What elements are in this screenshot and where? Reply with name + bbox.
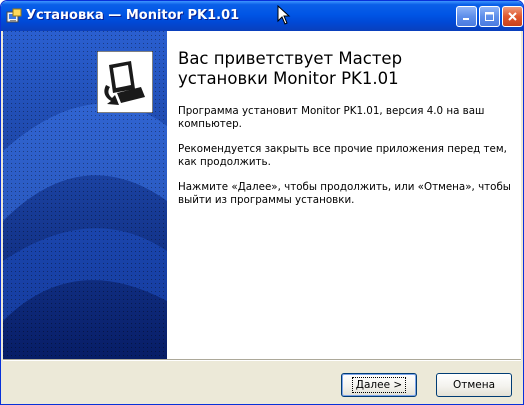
minimize-button[interactable] bbox=[456, 6, 477, 27]
next-button-label-rest: алее > bbox=[364, 379, 403, 391]
close-icon bbox=[508, 12, 517, 21]
next-button-label: Далее > bbox=[351, 377, 407, 393]
next-button[interactable]: Далее > bbox=[341, 373, 417, 397]
wizard-side-banner bbox=[3, 31, 167, 359]
cancel-button-label: Отмена bbox=[452, 379, 496, 391]
install-description: Программа установит Monitor PK1.01, верс… bbox=[178, 105, 485, 130]
welcome-heading-line-1: Вас приветствует Мастер bbox=[178, 49, 403, 68]
welcome-panel: Вас приветствует Мастер установки Monito… bbox=[178, 49, 513, 219]
wizard-content: Вас приветствует Мастер установки Monito… bbox=[3, 31, 521, 359]
minimize-icon bbox=[463, 18, 469, 20]
close-apps-recommendation: Рекомендуется закрыть все прочие приложе… bbox=[178, 143, 507, 168]
close-button[interactable] bbox=[502, 6, 523, 27]
welcome-heading-line-2: установки Monitor PK1.01 bbox=[178, 69, 399, 88]
welcome-heading: Вас приветствует Мастер установки Monito… bbox=[178, 49, 513, 89]
button-bar-divider bbox=[3, 359, 521, 361]
installer-window: Установка — Monitor PK1.01 Вас приветств… bbox=[0, 0, 524, 405]
next-cancel-instructions: Нажмите «Далее», чтобы продолжить, или «… bbox=[178, 181, 511, 206]
mouse-cursor-icon bbox=[277, 5, 291, 25]
window-title: Установка — Monitor PK1.01 bbox=[26, 8, 240, 23]
installer-app-icon bbox=[6, 8, 22, 23]
computer-setup-icon bbox=[97, 51, 153, 113]
maximize-icon bbox=[485, 12, 494, 21]
cancel-button[interactable]: Отмена bbox=[436, 373, 512, 397]
title-bar[interactable]: Установка — Monitor PK1.01 bbox=[1, 1, 523, 31]
maximize-button[interactable] bbox=[479, 6, 500, 27]
next-button-mnemonic: Д bbox=[355, 379, 364, 391]
